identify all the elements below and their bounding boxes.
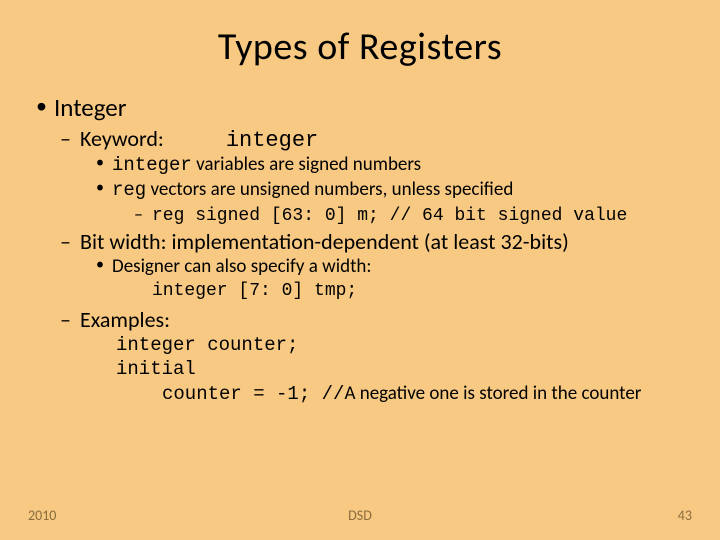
unsigned-text: vectors are unsigned numbers, unless spe… — [146, 178, 513, 201]
signed-text: variables are signed numbers — [192, 153, 421, 176]
bitwidth-text: Bit width: implementation-dependent (at … — [80, 228, 569, 255]
content-list-2: Examples: — [36, 306, 684, 333]
footer-page: 43 — [678, 507, 692, 524]
footer-year: 2010 — [28, 507, 56, 524]
bullet-signed: integer variables are signed numbers — [36, 153, 684, 178]
example-line-2: initial — [116, 358, 196, 380]
example-line-3-code: counter = -1; // — [162, 383, 344, 405]
bullet-unsigned: reg vectors are unsigned numbers, unless… — [36, 178, 684, 203]
bullet-bitwidth: Bit width: implementation-dependent (at … — [36, 228, 684, 255]
slide-title: Types of Registers — [36, 24, 684, 70]
designer-text: Designer can also specify a width: — [112, 255, 372, 278]
slide: Types of Registers Integer Keyword:integ… — [0, 0, 720, 407]
keyword-code: integer — [226, 128, 318, 153]
reg-signed-code: reg signed [63: 0] m; // 64 bit signed v… — [152, 206, 627, 226]
content-list: Integer Keyword:integer integer variable… — [36, 92, 684, 278]
bullet-integer: Integer — [36, 92, 684, 123]
bullet-reg-signed: reg signed [63: 0] m; // 64 bit signed v… — [36, 203, 684, 226]
keyword-label: Keyword: — [80, 125, 164, 152]
example-line-3-comment: A negative one is stored in the counter — [344, 382, 641, 405]
example-line-1: integer counter; — [116, 334, 298, 356]
bullet-examples: Examples: — [36, 306, 684, 333]
bullet-integer-text: Integer — [54, 92, 126, 123]
footer-label: DSD — [348, 507, 372, 524]
reg-code: reg — [112, 179, 146, 201]
example-block: integer counter; initial counter = -1; /… — [36, 333, 684, 407]
bullet-keyword: Keyword: integer — [36, 125, 684, 153]
bullet-designer: Designer can also specify a width: — [36, 255, 684, 279]
tmp-code-line: integer [7: 0] tmp; — [36, 278, 684, 303]
examples-text: Examples: — [80, 306, 170, 333]
tmp-code: integer [7: 0] tmp; — [152, 281, 357, 301]
integer-code: integer — [112, 154, 192, 176]
